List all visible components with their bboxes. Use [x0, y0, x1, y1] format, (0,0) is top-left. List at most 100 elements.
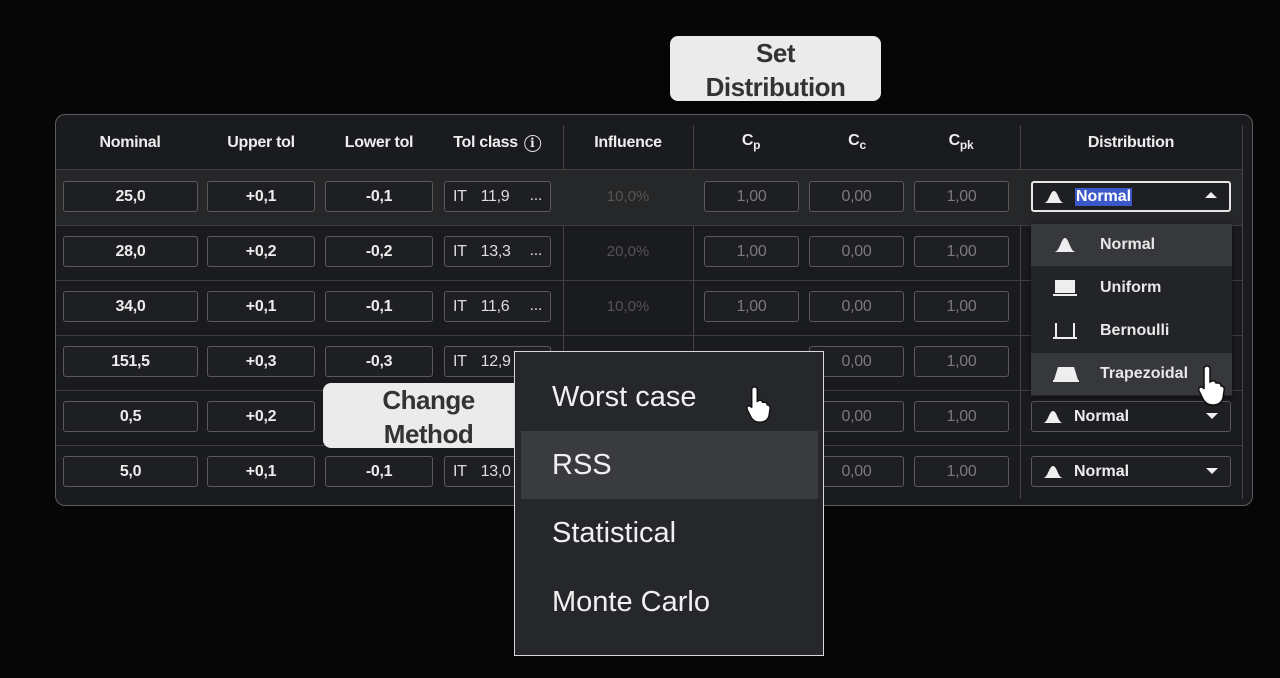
option-label: Trapezoidal	[1100, 365, 1189, 382]
method-option-worst-case[interactable]: Worst case	[521, 363, 818, 431]
more-options-button[interactable]: ...	[530, 297, 543, 315]
lower-tol-input[interactable]: -0,1	[325, 456, 433, 487]
more-options-button[interactable]: ...	[530, 187, 543, 205]
header-tol-class: Tol class i	[453, 134, 541, 152]
distribution-selected-label: Normal	[1075, 187, 1133, 206]
influence-value: 20,0%	[606, 243, 650, 260]
distribution-option-bernoulli[interactable]: Bernoulli	[1031, 310, 1232, 352]
hand-cursor-icon	[746, 386, 771, 423]
tol-class-field[interactable]: IT 11,6...	[444, 291, 551, 322]
header-cc-sub: c	[859, 138, 866, 152]
method-menu: Worst case RSS Statistical Monte Carlo	[514, 351, 824, 656]
callout-line: Distribution	[705, 72, 846, 102]
influence-value: 10,0%	[606, 298, 650, 315]
header-lower-tol: Lower tol	[344, 134, 414, 151]
cp-value: 1,00	[704, 291, 799, 322]
tol-class-field[interactable]: IT 11,9...	[444, 181, 551, 212]
header-upper-tol: Upper tol	[227, 134, 295, 151]
cpk-value: 1,00	[914, 291, 1009, 322]
cpk-value: 1,00	[914, 456, 1009, 487]
nominal-input[interactable]: 0,5	[63, 401, 198, 432]
callout-line: Method	[383, 419, 474, 449]
header-cc-main: C	[848, 132, 860, 149]
change-method-callout: Change Method	[323, 383, 534, 449]
header-cp: Cp	[741, 132, 761, 152]
lower-tol-input[interactable]: -0,1	[325, 291, 433, 322]
method-option-monte-carlo[interactable]: Monte Carlo	[521, 568, 818, 636]
info-icon[interactable]: i	[523, 135, 541, 152]
chevron-up-icon	[1205, 192, 1217, 198]
cc-value: 0,00	[809, 291, 904, 322]
it-prefix: IT	[453, 242, 467, 260]
influence-value: 10,0%	[606, 188, 650, 205]
normal-curve-icon	[1054, 238, 1076, 252]
normal-curve-icon	[1044, 190, 1064, 203]
cpk-value: 1,00	[914, 401, 1009, 432]
method-option-statistical[interactable]: Statistical	[521, 499, 818, 567]
hand-cursor-icon	[1198, 365, 1225, 406]
nominal-input[interactable]: 34,0	[63, 291, 198, 322]
distribution-option-uniform[interactable]: Uniform	[1031, 267, 1232, 309]
option-label: Normal	[1100, 236, 1156, 253]
distribution-selected-label: Normal	[1074, 407, 1130, 425]
upper-tol-input[interactable]: +0,2	[207, 236, 315, 267]
cc-value: 0,00	[809, 236, 904, 267]
trapezoid-icon	[1053, 367, 1079, 382]
cpk-value: 1,00	[914, 236, 1009, 267]
it-prefix: IT	[453, 352, 467, 370]
header-cpk-sub: pk	[959, 138, 974, 152]
lower-tol-input[interactable]: -0,3	[325, 346, 433, 377]
upper-tol-input[interactable]: +0,1	[207, 291, 315, 322]
header-nominal: Nominal	[99, 134, 161, 151]
distribution-selected-label: Normal	[1074, 462, 1130, 480]
it-value: 11,6	[480, 297, 510, 315]
upper-tol-input[interactable]: +0,2	[207, 401, 315, 432]
bernoulli-bracket-icon	[1053, 323, 1077, 339]
nominal-input[interactable]: 151,5	[63, 346, 198, 377]
uniform-block-icon	[1053, 280, 1077, 296]
distribution-option-normal[interactable]: Normal	[1031, 224, 1232, 266]
it-prefix: IT	[453, 297, 467, 315]
header-distribution: Distribution	[1087, 134, 1175, 151]
chevron-down-icon	[1206, 468, 1218, 474]
header-cp-main: C	[741, 132, 754, 149]
nominal-input[interactable]: 28,0	[63, 236, 198, 267]
cp-value: 1,00	[704, 181, 799, 212]
callout-line: Change	[382, 385, 475, 415]
tol-class-field[interactable]: IT 13,3...	[444, 236, 551, 267]
row-separator	[56, 169, 1242, 170]
distribution-dropdown[interactable]: Normal	[1031, 456, 1231, 487]
cp-value: 1,00	[704, 236, 799, 267]
it-prefix: IT	[453, 187, 467, 205]
nominal-input[interactable]: 25,0	[63, 181, 198, 212]
upper-tol-input[interactable]: +0,3	[207, 346, 315, 377]
option-label: Bernoulli	[1100, 322, 1170, 339]
normal-curve-icon	[1043, 465, 1063, 478]
cpk-value: 1,00	[914, 346, 1009, 377]
more-options-button[interactable]: ...	[530, 242, 543, 260]
option-label: Uniform	[1100, 279, 1162, 296]
upper-tol-input[interactable]: +0,1	[207, 181, 315, 212]
lower-tol-input[interactable]: -0,2	[325, 236, 433, 267]
header-cpk-main: C	[948, 132, 961, 149]
header-cp-sub: p	[753, 138, 761, 152]
normal-curve-icon	[1043, 410, 1063, 423]
cpk-value: 1,00	[914, 181, 1009, 212]
nominal-input[interactable]: 5,0	[63, 456, 198, 487]
upper-tol-input[interactable]: +0,1	[207, 456, 315, 487]
it-value: 13,0	[480, 462, 511, 480]
distribution-dropdown[interactable]: Normal	[1031, 181, 1231, 212]
header-influence: Influence	[594, 134, 662, 151]
column-divider	[1242, 125, 1243, 499]
method-option-rss[interactable]: RSS	[521, 431, 818, 499]
it-value: 12,9	[480, 352, 511, 370]
chevron-down-icon	[1206, 413, 1218, 419]
set-distribution-callout: Set Distribution	[670, 36, 881, 102]
header-cc: Cc	[848, 132, 866, 152]
it-value: 11,9	[480, 187, 510, 205]
it-value: 13,3	[480, 242, 511, 260]
header-cpk: Cpk	[949, 132, 974, 152]
cc-value: 0,00	[809, 181, 904, 212]
header-tol-class-label: Tol class	[453, 134, 518, 151]
lower-tol-input[interactable]: -0,1	[325, 181, 433, 212]
